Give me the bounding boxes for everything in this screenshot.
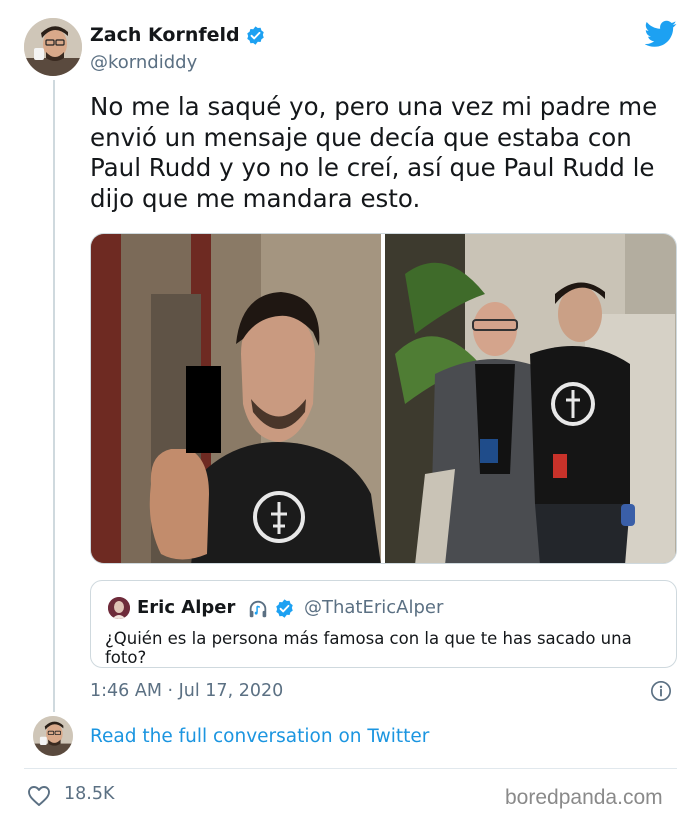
heart-icon[interactable] — [27, 785, 51, 807]
read-full-conversation-link[interactable]: Read the full conversation on Twitter — [90, 726, 429, 747]
photo-middle-finger[interactable] — [91, 234, 381, 563]
quote-text: ¿Quién es la persona más famosa con la q… — [105, 629, 632, 667]
headphones-icon — [249, 600, 267, 618]
quoted-tweet[interactable]: Eric Alper @ThatEricAlper ¿Quién es la p… — [90, 580, 677, 668]
like-count[interactable]: 18.5K — [64, 784, 114, 804]
tweet-timestamp[interactable]: 1:46 AM · Jul 17, 2020 — [90, 681, 283, 701]
quote-author-handle[interactable]: @ThatEricAlper — [304, 597, 443, 618]
quote-author-avatar[interactable] — [108, 597, 130, 619]
watermark: boredpanda.com — [505, 786, 663, 809]
info-icon[interactable] — [650, 680, 672, 702]
reply-avatar[interactable] — [33, 716, 73, 756]
author-handle[interactable]: @korndiddy — [90, 52, 197, 73]
divider — [24, 768, 677, 769]
twitter-bird-icon[interactable] — [645, 20, 677, 48]
author-name[interactable]: Zach Kornfeld — [90, 24, 240, 46]
tweet-media[interactable] — [90, 233, 677, 564]
author-avatar[interactable] — [24, 18, 82, 76]
thread-line — [53, 80, 55, 712]
tweet-text: No me la saqué yo, pero una vez mi padre… — [90, 92, 658, 213]
verified-badge-icon — [276, 599, 293, 618]
verified-badge-icon — [247, 26, 264, 45]
photo-two-men[interactable] — [385, 234, 676, 563]
quote-author-name[interactable]: Eric Alper — [137, 597, 235, 618]
